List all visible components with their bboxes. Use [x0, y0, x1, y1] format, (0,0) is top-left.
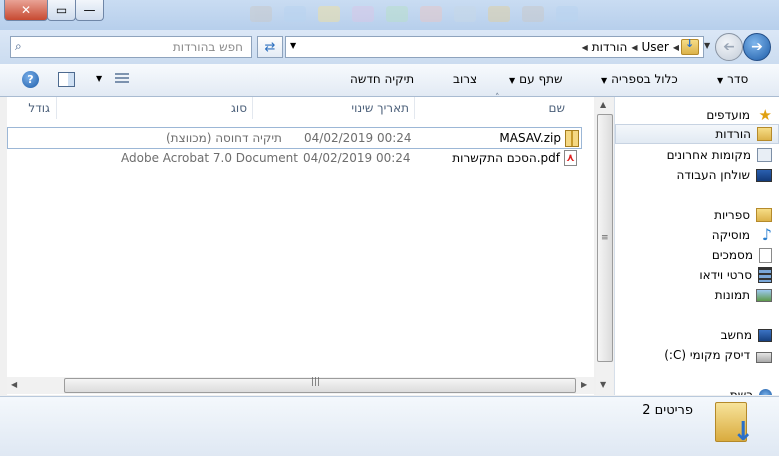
- nav-item-videos[interactable]: סרטי וידאו: [699, 265, 772, 285]
- search-icon: ⌕: [15, 39, 22, 53]
- preview-pane-icon[interactable]: [58, 72, 75, 87]
- close-window-button[interactable]: ✕: [4, 0, 48, 21]
- horizontal-scroll-thumb[interactable]: [64, 377, 576, 393]
- burn-button[interactable]: צרוב: [453, 72, 477, 86]
- network-icon: [759, 388, 772, 395]
- search-input[interactable]: חפש בהורדות ⌕: [10, 36, 252, 58]
- details-pane: 2 פריטים: [0, 396, 779, 456]
- navigation-pane: ★ מועדפים הורדות מקומות אחרונים שולחן העב…: [614, 97, 779, 395]
- file-type: תיקיה דחוסה (מכווצת): [166, 131, 282, 145]
- horizontal-scrollbar[interactable]: ◀ ▶: [7, 377, 594, 394]
- vertical-scrollbar[interactable]: ▲ ▼: [596, 97, 613, 395]
- recent-pages-dropdown[interactable]: ▼: [704, 41, 710, 50]
- downloads-folder-icon: [681, 37, 699, 55]
- chevron-icon[interactable]: ◀: [582, 43, 588, 52]
- chevron-down-icon: ▼: [509, 76, 516, 85]
- maximize-window-button[interactable]: ▭: [47, 0, 76, 21]
- column-header-name[interactable]: שם: [414, 97, 595, 119]
- pdf-icon: [564, 148, 577, 168]
- refresh-icon: ⇄: [264, 39, 276, 55]
- address-bar[interactable]: ◀ User ◀ הורדות ◀ ▼: [285, 36, 704, 58]
- documents-icon: [759, 247, 772, 263]
- views-dropdown[interactable]: ▼: [96, 74, 102, 83]
- file-date: 04/02/2019 00:24: [304, 131, 412, 145]
- column-header-size[interactable]: גודל: [7, 97, 56, 119]
- minimize-window-button[interactable]: —: [75, 0, 104, 21]
- desktop-icon: [756, 168, 772, 182]
- scroll-up-icon[interactable]: ▲: [600, 100, 606, 109]
- scroll-left-icon[interactable]: ◀: [11, 380, 17, 389]
- pictures-icon: [756, 288, 772, 302]
- recent-places-icon: [757, 148, 772, 162]
- sort-ascending-icon: ˄: [495, 93, 500, 103]
- share-with-button[interactable]: ▼ שתף עם: [509, 72, 563, 86]
- address-history-dropdown[interactable]: ▼: [290, 41, 296, 50]
- nav-item-favorites[interactable]: ★ מועדפים: [706, 105, 772, 125]
- help-icon[interactable]: ?: [22, 71, 39, 88]
- file-date: 04/02/2019 00:24: [303, 151, 411, 165]
- refresh-button[interactable]: ⇄: [257, 36, 283, 58]
- nav-item-downloads[interactable]: הורדות: [715, 124, 772, 144]
- nav-item-music[interactable]: ♪ מוסיקה: [712, 225, 772, 245]
- background-decoration: [250, 0, 630, 30]
- back-button[interactable]: ➔: [743, 33, 771, 61]
- vertical-scroll-thumb[interactable]: [597, 114, 613, 362]
- file-row[interactable]: הסכם התקשרות.pdf 04/02/2019 00:24 Adobe …: [7, 148, 580, 168]
- libraries-icon: [756, 208, 772, 222]
- close-icon: ✕: [20, 3, 32, 17]
- file-row[interactable]: MASAV.zip 04/02/2019 00:24 תיקיה דחוסה (…: [7, 127, 582, 149]
- back-arrow-icon: ➔: [751, 39, 763, 55]
- zip-folder-icon: [565, 130, 579, 147]
- chevron-down-icon: ▼: [601, 76, 608, 85]
- change-view-icon[interactable]: [115, 73, 129, 85]
- forward-arrow-icon: ➔: [723, 39, 735, 55]
- downloads-folder-icon: [715, 402, 754, 447]
- hard-drive-icon: [756, 351, 772, 363]
- nav-item-libraries[interactable]: ספריות: [714, 205, 772, 225]
- file-name: הסכם התקשרות.pdf: [452, 151, 560, 165]
- file-name: MASAV.zip: [499, 131, 561, 145]
- nav-item-local-disk[interactable]: דיסק מקומי (C:): [664, 345, 772, 365]
- computer-icon: [758, 328, 772, 342]
- downloads-folder-icon: [757, 127, 772, 141]
- breadcrumb-downloads[interactable]: הורדות: [592, 40, 628, 54]
- organize-label: סדר: [727, 72, 749, 86]
- include-in-library-button[interactable]: ▼ כלול בספריה: [601, 72, 678, 86]
- breadcrumb-user[interactable]: User: [641, 40, 668, 54]
- nav-item-recent-places[interactable]: מקומות אחרונים: [667, 145, 772, 165]
- column-header-type[interactable]: סוג: [56, 97, 253, 119]
- star-icon: ★: [758, 106, 772, 124]
- title-bar: ✕ ▭ —: [0, 0, 779, 30]
- chevron-icon[interactable]: ◀: [673, 43, 679, 52]
- search-placeholder: חפש בהורדות: [172, 40, 243, 54]
- minimize-icon: —: [83, 3, 96, 17]
- nav-item-pictures[interactable]: תמונות: [715, 285, 772, 305]
- scroll-down-icon[interactable]: ▼: [600, 380, 606, 389]
- command-bar: ▼ סדר ▼ כלול בספריה ▼ שתף עם צרוב תיקיה חדש…: [0, 64, 779, 97]
- film-strip-icon: [758, 267, 772, 283]
- column-header-date-modified[interactable]: תאריך שינוי: [252, 97, 415, 119]
- chevron-icon[interactable]: ◀: [631, 43, 637, 52]
- organize-button[interactable]: ▼ סדר: [717, 72, 748, 86]
- file-list: שם ˄ תאריך שינוי סוג גודל MASAV.zip 04/0…: [7, 93, 595, 395]
- music-note-icon: ♪: [761, 225, 772, 244]
- include-in-library-label: כלול בספריה: [611, 72, 678, 86]
- share-with-label: שתף עם: [519, 72, 563, 86]
- nav-item-desktop[interactable]: שולחן העבודה: [677, 165, 772, 185]
- forward-button[interactable]: ➔: [715, 33, 743, 61]
- nav-item-computer[interactable]: מחשב: [721, 325, 772, 345]
- maximize-icon: ▭: [55, 3, 68, 17]
- nav-item-documents[interactable]: מסמכים: [712, 245, 772, 265]
- chevron-down-icon: ▼: [717, 76, 724, 85]
- file-type: Adobe Acrobat 7.0 Document: [121, 151, 298, 165]
- new-folder-button[interactable]: תיקיה חדשה: [350, 72, 414, 86]
- item-count: 2 פריטים: [642, 403, 693, 418]
- scroll-right-icon[interactable]: ▶: [581, 380, 587, 389]
- nav-item-network[interactable]: רשת: [730, 385, 772, 395]
